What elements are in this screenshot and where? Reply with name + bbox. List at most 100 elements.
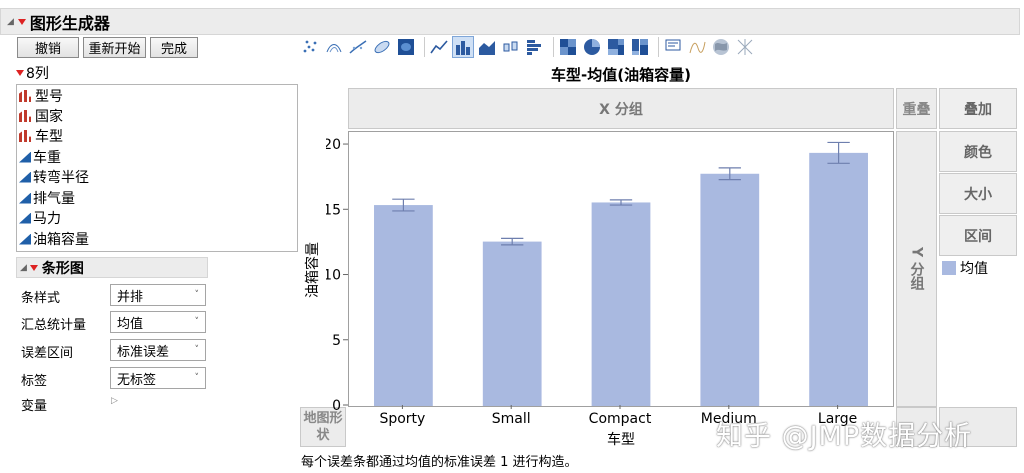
graph-title: 车型-均值(油箱容量) [551,66,691,84]
column-item[interactable]: 车型 [19,126,63,146]
column-item[interactable]: 马力 [19,208,61,228]
collapse-icon[interactable]: ◢ [7,17,14,27]
column-item[interactable]: 转弯半径 [19,167,89,187]
bar-chart-title: 条形图 [41,260,84,277]
bar [374,205,433,406]
caption-icon[interactable] [663,37,683,57]
column-label: 国家 [35,109,63,125]
chevron-down-icon: ˅ [194,373,200,383]
y-axis-title: 油箱容量 [305,242,321,298]
continuous-column-icon [19,212,31,224]
summary-stat-select[interactable]: 均值 ˅ [110,311,206,333]
columns-menu-icon[interactable] [16,70,24,76]
legend-swatch [942,261,956,275]
toolbar-separator [658,37,659,57]
summary-stat-value: 均值 [117,316,144,332]
variables-label: 变量 [21,399,48,414]
size-button[interactable]: 大小 [939,173,1017,214]
labels-value: 无标签 [117,372,157,388]
red-triangle-menu-icon[interactable] [17,18,26,25]
error-interval-select[interactable]: 标准误差 ˅ [110,339,206,361]
columns-count: 8列 [26,66,49,82]
line-icon[interactable] [429,37,449,57]
y-tick-label: 15 [326,202,341,218]
histogram-icon[interactable] [525,37,545,57]
smoother-icon[interactable] [348,37,368,57]
chevron-down-icon: ˅ [194,317,200,327]
column-item[interactable]: 油箱容量 [19,229,89,249]
y-tick-label: 0 [332,398,341,414]
labels-label: 标签 [21,374,48,389]
column-label: 型号 [35,89,63,105]
column-item[interactable]: 车重 [19,147,61,167]
collapse-icon[interactable]: ◢ [20,263,27,273]
y-tick-label: 5 [332,333,341,349]
color-button[interactable]: 颜色 [939,131,1017,172]
toolbar-separator [424,37,425,57]
bar [591,202,651,406]
y-tick-label: 20 [326,137,341,153]
legend: 均值 [942,258,988,278]
bar-chart-menu-icon[interactable] [29,264,38,271]
chevron-down-icon: ˅ [194,290,200,300]
density-icon[interactable] [396,37,416,57]
footnote: 每个误差条都通过均值的标准误差 1 进行构造。 [301,455,578,470]
heatmap-icon[interactable] [558,37,578,57]
bar-style-value: 并排 [117,289,144,305]
window-title: 图形生成器 [29,13,110,33]
done-button[interactable]: 完成 [150,37,198,58]
y-axis-title-box: 油箱容量 [300,230,324,310]
column-item[interactable]: 排气量 [19,188,75,208]
points-icon[interactable] [300,37,320,57]
continuous-column-icon [19,233,31,245]
interval-button[interactable]: 区间 [939,215,1017,256]
column-label: 车型 [35,129,63,145]
parallel-icon[interactable] [735,37,755,57]
error-interval-value: 标准误差 [117,344,170,360]
x-tick-label: Compact [589,411,652,427]
bar-style-select[interactable]: 并排 ˅ [110,284,206,306]
column-list[interactable]: 型号 国家 车型 车重 转弯半径 排气量 马力 油箱容量 [16,84,298,252]
columns-header[interactable]: 8列 [16,63,49,83]
box-plot-icon[interactable] [501,37,521,57]
mosaic-icon[interactable] [630,37,650,57]
bar-icon[interactable] [452,36,474,58]
labels-select[interactable]: 无标签 ˅ [110,367,206,389]
overlay-zone[interactable]: 重叠 [896,88,937,129]
y-tick-label: 10 [326,268,341,284]
continuous-column-icon [19,171,31,183]
graph-type-toolbar [300,34,759,60]
ellipse-icon[interactable] [372,37,392,57]
error-interval-label: 误差区间 [21,346,74,361]
expand-variables-icon[interactable]: ▷ [111,396,118,406]
x-group-zone[interactable]: X 分组 [348,88,894,129]
x-tick-label: Small [492,411,531,427]
continuous-column-icon [19,151,31,163]
column-item[interactable]: 型号 [19,86,63,106]
x-tick-label: Sporty [379,411,425,427]
plot-area[interactable] [348,131,894,407]
column-item[interactable]: 国家 [19,106,63,126]
chevron-down-icon: ˅ [194,345,200,355]
continuous-column-icon [19,192,31,204]
treemap-icon[interactable] [606,37,626,57]
y-group-zone[interactable]: Y 分组 [896,131,937,407]
undo-button[interactable]: 撤销 [17,37,79,58]
column-label: 转弯半径 [33,170,89,186]
area-icon[interactable] [477,37,497,57]
column-label: 车重 [33,150,61,166]
bar-chart [374,141,868,406]
bar [809,152,868,406]
overlay-button[interactable]: 叠加 [939,88,1017,129]
legend-label: 均值 [960,261,988,277]
bar-style-label: 条样式 [21,291,61,306]
toolbar-separator [553,37,554,57]
nominal-column-icon [19,110,32,122]
y-axis: 0 5 10 15 20 [326,137,348,414]
pie-icon[interactable] [582,37,602,57]
y-group-label: Y 分组 [908,247,925,291]
map-shape-icon[interactable] [711,37,731,57]
contour-icon[interactable] [324,37,344,57]
formula-icon[interactable] [687,37,707,57]
restart-button[interactable]: 重新开始 [83,37,146,58]
